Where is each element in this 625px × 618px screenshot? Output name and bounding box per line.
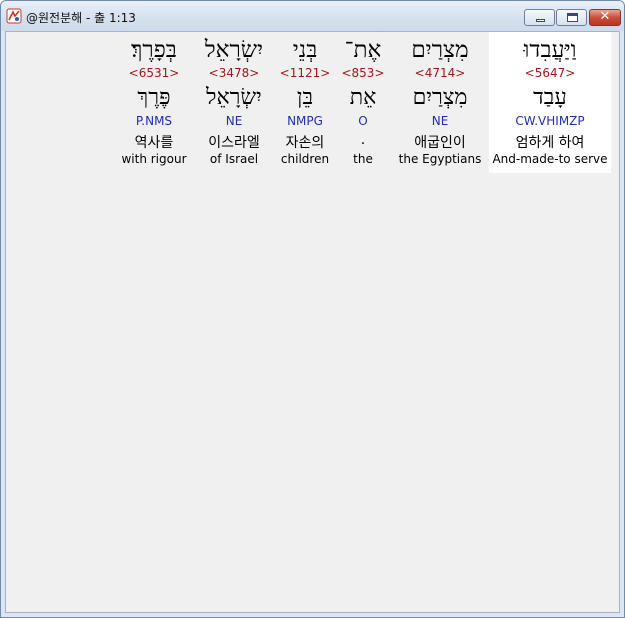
close-button[interactable]: ✕ <box>589 9 621 26</box>
word-column-6[interactable]: בְּפָרֶךְ׃ <6531> פֶּרֶךְ P.NMS 역사를 with… <box>116 32 192 173</box>
close-icon: ✕ <box>599 9 611 24</box>
strongs-number[interactable]: <5647> <box>489 66 611 80</box>
hebrew-word: בְּנֵי <box>292 37 318 63</box>
root-word: יִשְׂרָאֵל <box>206 85 262 110</box>
strongs-number[interactable]: <853> <box>337 66 389 80</box>
hebrew-word: יִשְׂרָאֵל <box>204 37 264 63</box>
parsing-code: P.NMS <box>135 114 173 128</box>
strongs-number[interactable]: <1121> <box>278 66 332 80</box>
english-gloss: with rigour <box>121 152 187 166</box>
maximize-button[interactable] <box>556 9 587 26</box>
word-column-3[interactable]: אֶת־ <853> אֵת O . the <box>337 32 389 173</box>
title-bar[interactable]: @원전분해 - 출 1:13 ✕ <box>1 1 624 31</box>
minimize-button[interactable] <box>524 9 555 26</box>
hebrew-word: מִצְרַיִם <box>411 37 469 63</box>
root-word: בֵּן <box>296 85 314 110</box>
parsing-code: NMPG <box>287 114 323 128</box>
hebrew-word: אֶת־ <box>344 37 382 63</box>
word-column-1[interactable]: וַיַּעֲבִדוּ <5647> עָבַד CW.VHIMZP 엄하게 … <box>489 32 611 173</box>
app-window: @원전분해 - 출 1:13 ✕ וַיַּעֲבִדוּ <5647> עָב… <box>0 0 625 618</box>
minimize-icon <box>536 19 545 22</box>
strongs-number[interactable]: <3478> <box>196 66 272 80</box>
word-column-5[interactable]: יִשְׂרָאֵל <3478> יִשְׂרָאֵל NE 이스라엘 of … <box>196 32 272 173</box>
root-word: עָבַד <box>533 85 567 110</box>
parsing-code: O <box>358 114 368 128</box>
hebrew-word: בְּפָרֶךְ׃ <box>131 37 177 63</box>
english-gloss: of Israel <box>209 152 259 166</box>
korean-gloss: 역사를 <box>134 135 174 151</box>
parsing-code: NE <box>431 114 449 128</box>
korean-gloss: 애굽인이 <box>414 135 466 151</box>
parsing-panel: וַיַּעֲבִדוּ <5647> עָבַד CW.VHIMZP 엄하게 … <box>5 31 620 613</box>
korean-gloss: 이스라엘 <box>208 135 260 151</box>
english-gloss: children <box>280 152 330 166</box>
parsing-code: CW.VHIMZP <box>515 114 585 128</box>
word-column-2[interactable]: מִצְרַיִם <4714> מִצְרַיִם NE 애굽인이 the E… <box>397 32 483 173</box>
english-gloss: the Egyptians <box>398 152 482 166</box>
window-title: @원전분해 - 출 1:13 <box>26 11 136 25</box>
maximize-icon <box>567 13 578 22</box>
korean-gloss: 자손의 <box>285 135 325 151</box>
strongs-number[interactable]: <4714> <box>397 66 483 80</box>
root-word: אֵת <box>349 85 377 110</box>
english-gloss: And-made-to serve <box>492 152 608 166</box>
strongs-number[interactable]: <6531> <box>116 66 192 80</box>
english-gloss: the <box>353 152 373 166</box>
app-icon[interactable] <box>6 8 22 24</box>
korean-gloss: 엄하게 하여 <box>515 135 585 151</box>
root-word: מִצְרַיִם <box>412 85 468 110</box>
korean-gloss: . <box>360 132 366 148</box>
hebrew-word: וַיַּעֲבִדוּ <box>523 37 577 63</box>
word-column-4[interactable]: בְּנֵי <1121> בֵּן NMPG 자손의 children <box>278 32 332 173</box>
parsing-code: NE <box>225 114 243 128</box>
root-word: פֶּרֶךְ <box>137 85 171 110</box>
